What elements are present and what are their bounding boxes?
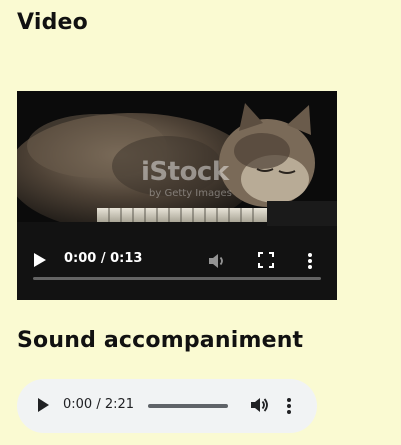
video-watermark-subtitle: by Getty Images [149,188,232,199]
audio-time-display: 0:00 / 2:21 [63,397,135,412]
video-time-display: 0:00 / 0:13 [64,251,143,266]
more-options-icon[interactable] [285,396,293,416]
video-player[interactable]: iStock by Getty Images 0:00 / 0:13 [17,91,337,300]
fullscreen-icon[interactable] [258,252,274,268]
more-options-icon[interactable] [306,251,314,271]
audio-section-heading: Sound accompaniment [17,328,304,353]
video-section-heading: Video [17,10,88,35]
play-icon[interactable] [37,397,51,415]
audio-player[interactable]: 0:00 / 2:21 [17,379,317,433]
volume-icon[interactable] [207,251,227,271]
audio-progress-bar[interactable] [148,404,228,408]
play-icon[interactable] [33,251,47,269]
video-progress-bar[interactable] [33,277,321,280]
volume-icon[interactable] [249,395,269,415]
video-watermark: iStock [141,157,229,187]
